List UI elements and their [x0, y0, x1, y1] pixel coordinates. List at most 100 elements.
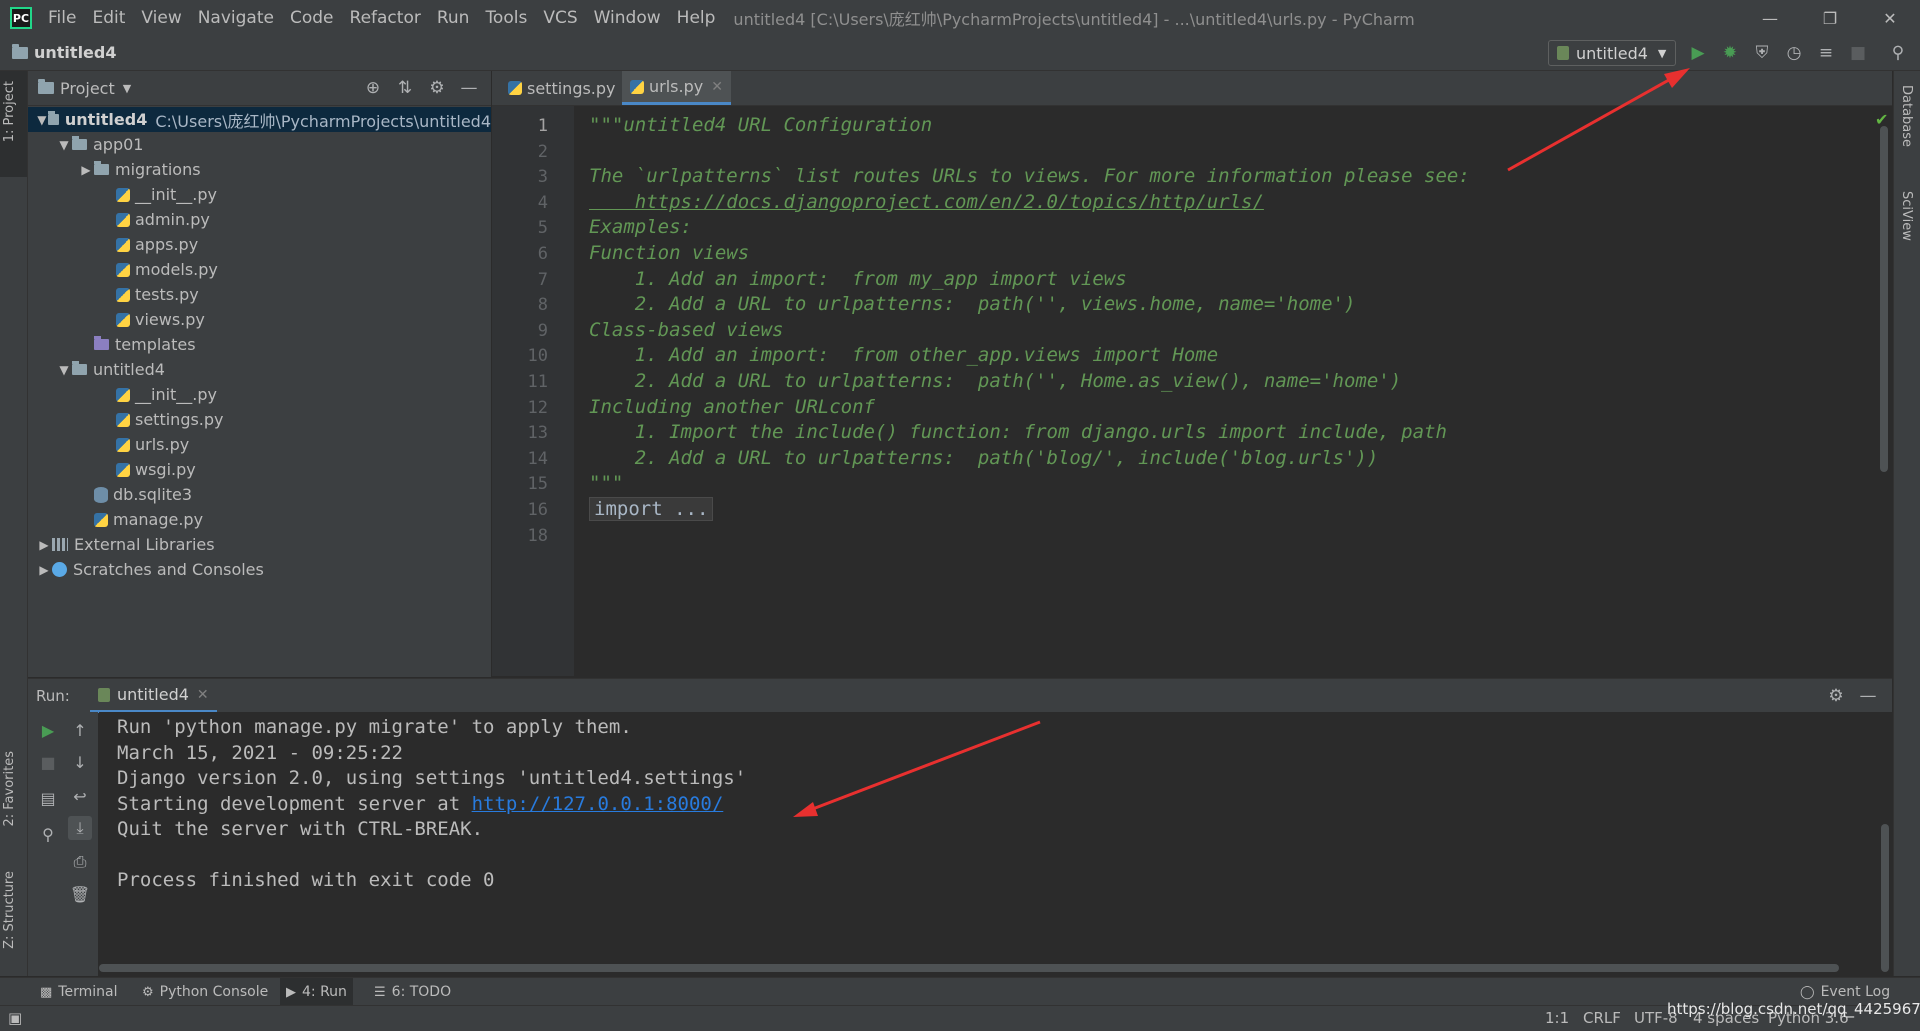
hide-icon[interactable]: — [1852, 685, 1884, 707]
code-line: https://docs.djangoproject.com/en/2.0/to… [589, 190, 1264, 213]
editor-scrollbar[interactable] [1880, 126, 1888, 472]
expanded-arrow-icon[interactable]: ▼ [36, 113, 48, 127]
server-url-link[interactable]: http://127.0.0.1:8000/ [472, 793, 724, 815]
tool-tab-project[interactable]: 1: Project [2, 81, 17, 142]
run-console[interactable]: Run 'python manage.py migrate' to apply … [99, 712, 1892, 976]
menu-help[interactable]: Help [669, 8, 724, 28]
tree-item[interactable]: admin.py [28, 207, 491, 232]
tree-item[interactable]: apps.py [28, 232, 491, 257]
code-line: 1. Add an import: from my_app import vie… [589, 267, 1127, 290]
folder-icon [12, 43, 28, 59]
close-icon[interactable]: ✕ [1860, 0, 1920, 36]
line-number: 5 [537, 218, 548, 239]
tree-item-label: wsgi.py [135, 460, 196, 479]
menu-file[interactable]: File [40, 8, 84, 28]
up-arrow-icon[interactable]: ↑ [68, 718, 92, 742]
window-title: untitled4 [C:\Users\庞红帅\PycharmProjects\… [733, 10, 1415, 29]
run-icon[interactable]: ▶ [1682, 40, 1714, 66]
menu-vcs[interactable]: VCS [535, 8, 585, 28]
menu-edit[interactable]: Edit [84, 8, 133, 28]
tool-tab-todo[interactable]: ☰ 6: TODO [374, 978, 451, 1006]
tree-item[interactable]: models.py [28, 257, 491, 282]
close-tab-icon[interactable]: ✕ [197, 687, 209, 703]
menu-view[interactable]: View [133, 8, 189, 28]
breadcrumb[interactable]: untitled4 [12, 43, 116, 62]
tree-item[interactable]: tests.py [28, 282, 491, 307]
tool-tab-database[interactable]: Database [1899, 85, 1914, 147]
console-text: Process finished with exit code 0 [117, 869, 495, 891]
coverage-icon[interactable]: ⛨ [1746, 40, 1778, 66]
tree-item[interactable]: ▼ untitled4 C:\Users\庞红帅\PycharmProjects\u… [28, 107, 491, 132]
tree-item[interactable]: ▼ untitled4 [28, 357, 491, 382]
tree-item[interactable]: templates [28, 332, 491, 357]
tool-tab-python-console[interactable]: ⚙ Python Console [142, 978, 268, 1006]
collapsed-arrow-icon[interactable]: ▶ [36, 563, 52, 577]
concurrency-icon[interactable]: ≡ [1810, 40, 1842, 66]
pin-icon[interactable]: ⚲ [36, 822, 60, 846]
down-arrow-icon[interactable]: ↓ [68, 750, 92, 774]
expanded-arrow-icon[interactable]: ▼ [56, 363, 72, 377]
menu-code[interactable]: Code [282, 8, 342, 28]
console-horizontal-scrollbar[interactable] [99, 964, 1839, 972]
gear-icon[interactable]: ⚙ [1820, 685, 1852, 707]
rerun-icon[interactable]: ▶ [36, 718, 60, 742]
project-view-selector[interactable]: Project [60, 79, 115, 98]
tree-item[interactable]: ▼ app01 [28, 132, 491, 157]
tree-item[interactable]: __init__.py [28, 382, 491, 407]
locate-icon[interactable]: ⊕ [357, 77, 389, 99]
tool-tab-favorites[interactable]: 2: Favorites [2, 751, 17, 827]
gear-icon[interactable]: ⚙ [421, 77, 453, 99]
line-number: 11 [527, 372, 548, 392]
stop-icon[interactable]: ■ [1842, 40, 1874, 66]
tool-tab-structure[interactable]: Z: Structure [2, 871, 17, 949]
soft-wrap-icon[interactable]: ↩ [68, 784, 92, 808]
menu-window[interactable]: Window [586, 8, 669, 28]
search-icon[interactable]: ⚲ [1882, 40, 1914, 66]
menu-tools[interactable]: Tools [477, 8, 535, 28]
minimize-icon[interactable]: — [1740, 0, 1800, 36]
profile-icon[interactable]: ◷ [1778, 40, 1810, 66]
debug-icon[interactable]: ✹ [1714, 40, 1746, 66]
caret-position[interactable]: 1:1 [1545, 1009, 1569, 1027]
menu-run[interactable]: Run [429, 8, 478, 28]
tool-tab-sciview[interactable]: SciView [1899, 191, 1914, 241]
hide-icon[interactable]: — [453, 77, 485, 99]
collapsed-arrow-icon[interactable]: ▶ [78, 163, 94, 177]
menu-navigate[interactable]: Navigate [190, 8, 282, 28]
python-file-icon [94, 512, 108, 527]
scroll-to-end-icon[interactable]: ⤓ [68, 816, 92, 840]
console-text: Run 'python manage.py migrate' to apply … [117, 716, 632, 738]
tool-window-toggle-icon[interactable]: ▣ [8, 1009, 22, 1027]
tool-tab-run[interactable]: ▶ 4: Run [280, 978, 353, 1006]
tree-item[interactable]: views.py [28, 307, 491, 332]
tree-item[interactable]: ▶ External Libraries [28, 532, 491, 557]
collapse-all-icon[interactable]: ⇅ [389, 77, 421, 99]
tree-item[interactable]: wsgi.py [28, 457, 491, 482]
tree-item[interactable]: ▶ Scratches and Consoles [28, 557, 491, 582]
restore-icon[interactable]: ❐ [1800, 0, 1860, 36]
tab-urls-py[interactable]: urls.py ✕ [622, 71, 731, 105]
menu-refactor[interactable]: Refactor [342, 8, 429, 28]
code-editor[interactable]: """untitled4 URL Configuration The `urlpa… [575, 106, 1875, 676]
run-tab-untitled4[interactable]: untitled4 ✕ [90, 679, 217, 713]
tree-item[interactable]: __init__.py [28, 182, 491, 207]
folded-region[interactable]: import ... [589, 497, 714, 521]
line-number: 4 [537, 192, 548, 213]
layout-icon[interactable]: ▤ [36, 786, 60, 810]
console-vertical-scrollbar[interactable] [1881, 824, 1889, 972]
run-configuration-selector[interactable]: untitled4 ▼ [1548, 40, 1676, 66]
tool-tab-terminal[interactable]: ▩ Terminal [40, 978, 117, 1006]
stop-icon[interactable]: ■ [36, 750, 60, 774]
tree-item[interactable]: manage.py [28, 507, 491, 532]
tree-item[interactable]: ▶ migrations [28, 157, 491, 182]
tree-item[interactable]: urls.py [28, 432, 491, 457]
tree-item[interactable]: settings.py [28, 407, 491, 432]
print-icon[interactable]: ⎙ [68, 850, 92, 874]
trash-icon[interactable]: 🗑 [68, 882, 92, 906]
collapsed-arrow-icon[interactable]: ▶ [36, 538, 52, 552]
tree-item[interactable]: db.sqlite3 [28, 482, 491, 507]
close-tab-icon[interactable]: ✕ [711, 79, 723, 95]
expanded-arrow-icon[interactable]: ▼ [56, 138, 72, 152]
line-separator[interactable]: CRLF [1583, 1009, 1621, 1027]
code-line: The `urlpatterns` list routes URLs to vi… [589, 165, 1470, 188]
